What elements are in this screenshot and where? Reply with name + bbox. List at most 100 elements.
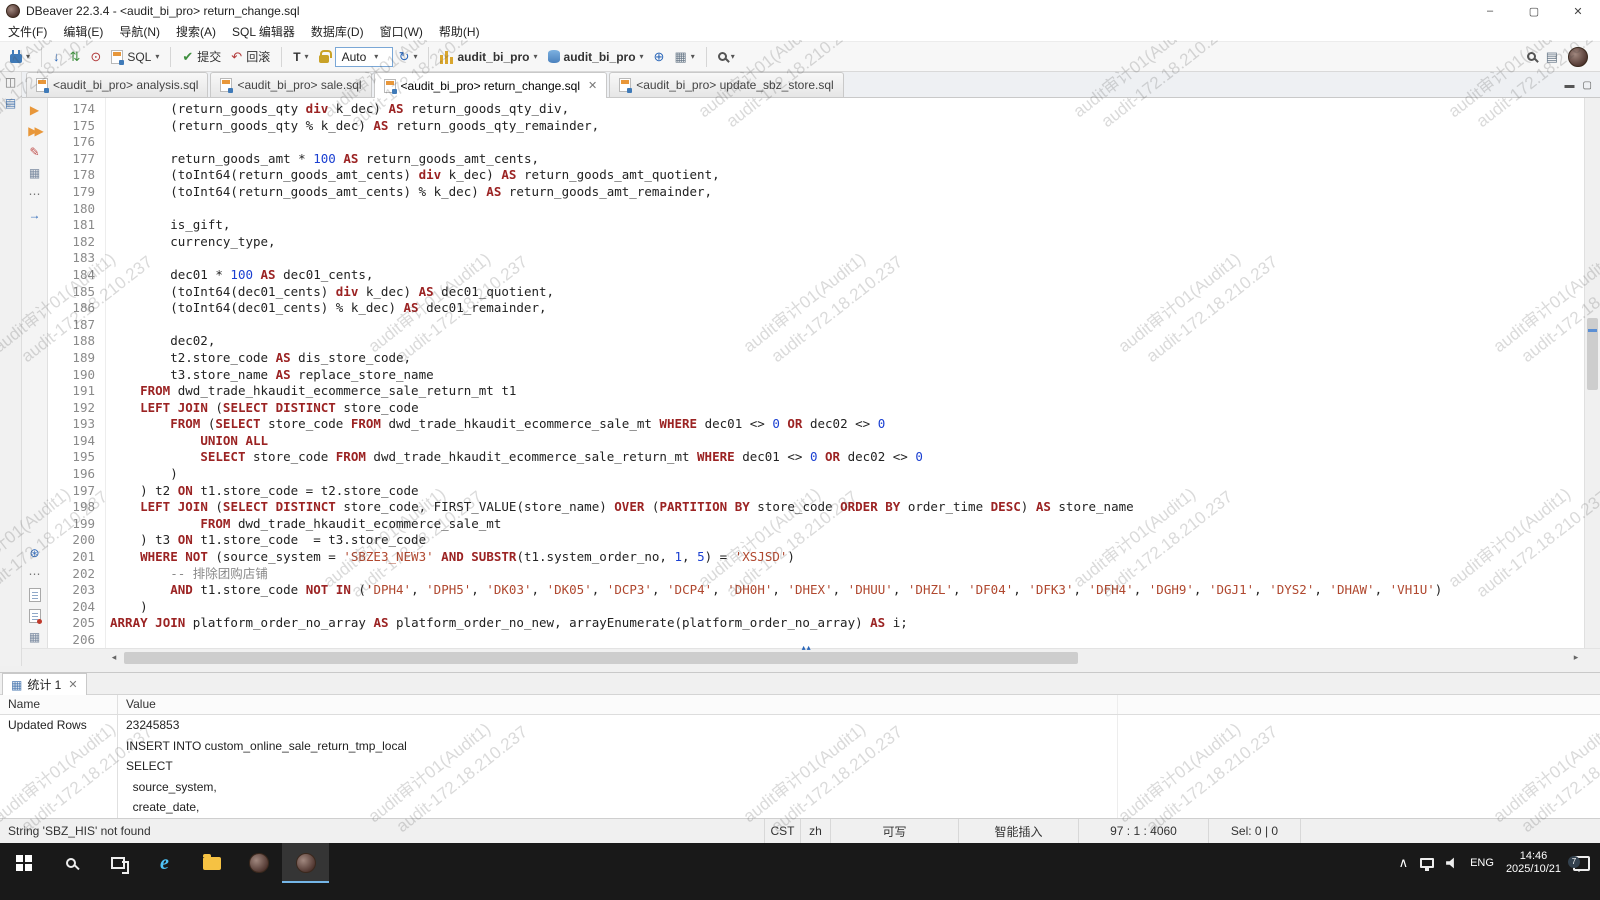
menu-item-7[interactable]: 帮助(H): [431, 23, 488, 40]
lock-button[interactable]: [315, 47, 333, 66]
vertical-scrollbar[interactable]: [1584, 98, 1600, 648]
more-actions-icon[interactable]: ⋯: [29, 187, 41, 201]
display-tray-icon[interactable]: [1420, 843, 1434, 883]
status-segment-3[interactable]: 智能插入: [958, 819, 1078, 843]
connection-plug-button[interactable]: ▾: [6, 47, 34, 66]
status-segment-4[interactable]: 97 : 1 : 4060: [1078, 819, 1208, 843]
status-bar: String 'SBZ_HIS' not found CSTzh可写智能插入97…: [0, 818, 1600, 843]
taskbar-search-button[interactable]: [47, 843, 94, 883]
code-line: FROM dwd_trade_hkaudit_ecommerce_sale_re…: [110, 383, 1584, 400]
editor-tab-3[interactable]: <audit_bi_pro> update_sbz_store.sql: [609, 72, 843, 97]
code-line: (toInt64(dec01_cents) % k_dec) AS dec01_…: [110, 300, 1584, 317]
status-segment-0[interactable]: CST: [764, 819, 800, 843]
internet-explorer-icon: e: [160, 852, 169, 875]
search-menu-button[interactable]: ▾: [714, 49, 739, 64]
database-navigator-icon[interactable]: ▤: [5, 96, 16, 110]
line-number: 200: [48, 532, 95, 549]
open-script-button[interactable]: ⇅: [66, 47, 85, 66]
close-icon[interactable]: ✕: [68, 678, 77, 691]
table-row[interactable]: INSERT INTO custom_online_sale_return_tm…: [0, 736, 1600, 757]
sql-file-icon: [111, 50, 123, 64]
export-button[interactable]: ▦▾: [670, 47, 698, 66]
minimize-icon[interactable]: –: [1468, 0, 1512, 22]
line-number: 191: [48, 383, 95, 400]
horizontal-scrollbar[interactable]: ◂ ▴▴ ▸: [22, 648, 1600, 666]
schema-selector[interactable]: audit_bi_pro▾: [544, 47, 648, 67]
line-number: 189: [48, 350, 95, 367]
menu-item-4[interactable]: SQL 编辑器: [224, 23, 303, 40]
settings-gear-icon[interactable]: ⊛: [29, 546, 39, 560]
script-doc-icon[interactable]: [29, 588, 41, 602]
code-line: SELECT store_code FROM dwd_trade_hkaudit…: [110, 449, 1584, 466]
dbeaver-active-taskbar-button[interactable]: [282, 843, 329, 883]
commit-button[interactable]: ✔提交: [178, 45, 225, 68]
sql-code-editor[interactable]: (return_goods_qty div k_dec) AS return_g…: [106, 98, 1584, 648]
table-row[interactable]: Updated Rows23245853: [0, 715, 1600, 736]
connection-selector[interactable]: audit_bi_pro▾: [436, 47, 541, 67]
language-indicator[interactable]: ENG: [1470, 843, 1494, 883]
close-icon[interactable]: ✕: [1556, 0, 1600, 22]
script-doc-error-icon[interactable]: [29, 609, 41, 623]
transaction-mode-button[interactable]: T▾: [289, 47, 312, 67]
horizontal-scroll-thumb[interactable]: [124, 652, 1078, 664]
menu-item-6[interactable]: 窗口(W): [372, 23, 431, 40]
navigate-icon[interactable]: →: [29, 208, 41, 222]
internet-explorer-button[interactable]: e: [141, 843, 188, 883]
new-sql-editor-button[interactable]: ↓: [49, 47, 64, 66]
execute-statement-icon[interactable]: ▶: [30, 103, 39, 117]
quick-search-icon[interactable]: [1527, 52, 1536, 61]
tray-expand-icon[interactable]: ∧: [1399, 843, 1409, 883]
perspective-icon[interactable]: ▤: [1546, 50, 1558, 63]
line-number: 203: [48, 582, 95, 599]
taskbar-clock[interactable]: 14:462025/10/21: [1506, 843, 1561, 883]
dbeaver-taskbar-button[interactable]: [235, 843, 282, 883]
refresh-button[interactable]: ↻▾: [395, 47, 422, 66]
execute-script-icon[interactable]: ▶▶: [28, 124, 40, 138]
close-icon[interactable]: ✕: [588, 79, 597, 92]
notification-center-button[interactable]: 7: [1573, 843, 1590, 883]
restore-navigator-icon[interactable]: ◫: [5, 75, 16, 89]
column-header-name[interactable]: Name: [0, 695, 118, 714]
table-row[interactable]: source_system,: [0, 777, 1600, 798]
menu-item-0[interactable]: 文件(F): [0, 23, 55, 40]
maximize-view-icon[interactable]: ▢: [1583, 80, 1592, 91]
scroll-right-icon[interactable]: ▸: [1568, 652, 1584, 663]
volume-tray-icon[interactable]: [1446, 843, 1458, 883]
schema-name: audit_bi_pro: [564, 50, 636, 64]
table-header: Name Value: [0, 695, 1600, 715]
restore-icon[interactable]: ▢: [1512, 0, 1556, 22]
globe-button[interactable]: ⊕: [650, 47, 669, 66]
tab-statistics[interactable]: ▦ 统计 1 ✕: [2, 673, 87, 695]
line-number-gutter[interactable]: 1741751761771781791801811821831841851861…: [48, 98, 106, 648]
file-explorer-button[interactable]: [188, 843, 235, 883]
more-icon[interactable]: ⋯: [29, 567, 41, 581]
menu-item-2[interactable]: 导航(N): [111, 23, 168, 40]
line-number: 202: [48, 566, 95, 583]
menu-item-5[interactable]: 数据库(D): [303, 23, 372, 40]
edit-icon[interactable]: ✎: [29, 145, 39, 159]
scroll-left-icon[interactable]: ◂: [106, 652, 122, 663]
minimize-view-icon[interactable]: ▬: [1565, 80, 1575, 91]
start-button[interactable]: [0, 843, 47, 883]
commit-mode-combo[interactable]: Auto▾: [335, 47, 393, 67]
column-header-value[interactable]: Value: [118, 695, 1118, 714]
status-segment-1[interactable]: zh: [800, 819, 830, 843]
save-button[interactable]: ⊙: [86, 47, 105, 66]
grid-icon[interactable]: ▦: [29, 630, 40, 644]
menu-item-3[interactable]: 搜索(A): [168, 23, 224, 40]
table-row[interactable]: create_date,: [0, 797, 1600, 818]
status-segment-5[interactable]: Sel: 0 | 0: [1208, 819, 1300, 843]
status-segment-2[interactable]: 可写: [830, 819, 958, 843]
rollback-button[interactable]: ↶回滚: [227, 45, 274, 68]
task-view-button[interactable]: [94, 843, 141, 883]
line-number: 206: [48, 632, 95, 649]
table-row[interactable]: SELECT: [0, 756, 1600, 777]
editor-tab-2[interactable]: <audit_bi_pro> return_change.sql✕: [374, 72, 608, 98]
menu-item-1[interactable]: 编辑(E): [55, 23, 111, 40]
code-line: (toInt64(return_goods_amt_cents) div k_d…: [110, 167, 1584, 184]
sql-menu-button[interactable]: SQL▾: [107, 47, 163, 67]
editor-tab-0[interactable]: <audit_bi_pro> analysis.sql: [26, 72, 208, 97]
explain-plan-icon[interactable]: ▦: [29, 166, 40, 180]
editor-tab-1[interactable]: <audit_bi_pro> sale.sql: [210, 72, 371, 97]
commit-icon: ✔: [182, 50, 193, 63]
